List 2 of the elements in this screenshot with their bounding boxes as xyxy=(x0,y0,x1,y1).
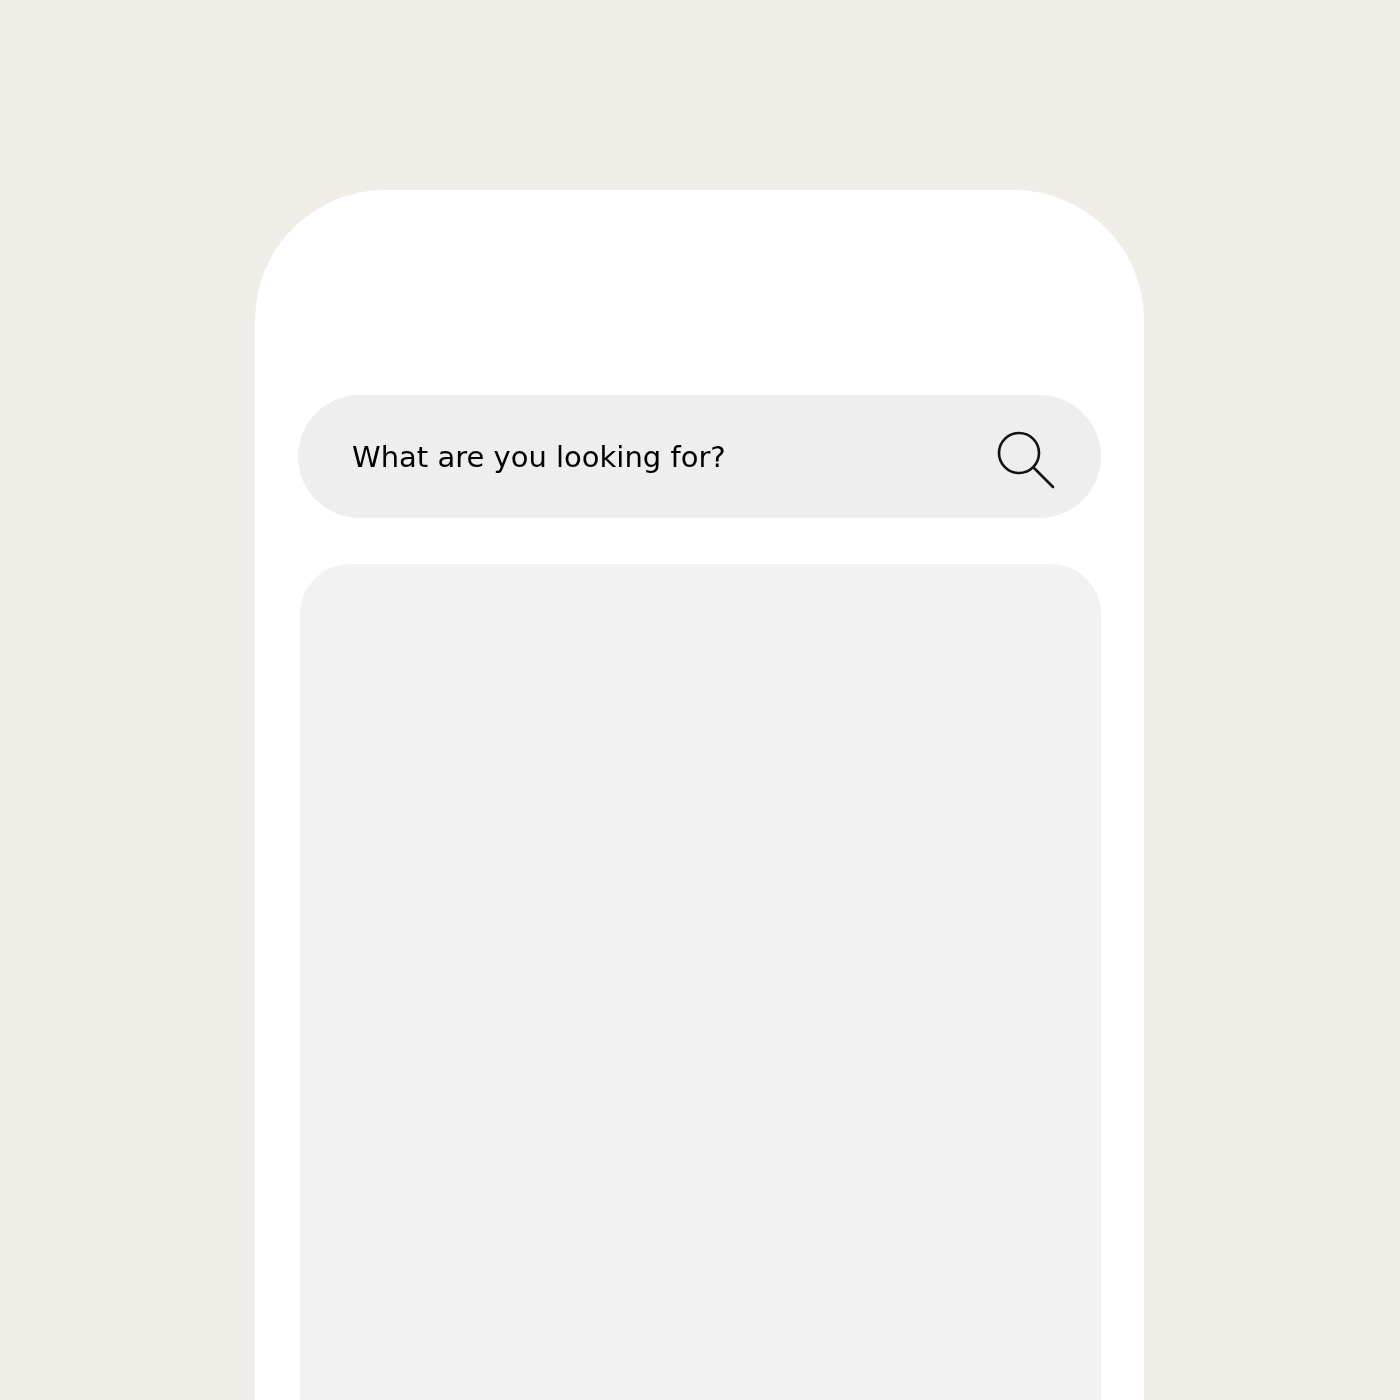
search-field[interactable]: What are you looking for? xyxy=(298,395,1101,518)
search-icon[interactable] xyxy=(997,431,1055,489)
